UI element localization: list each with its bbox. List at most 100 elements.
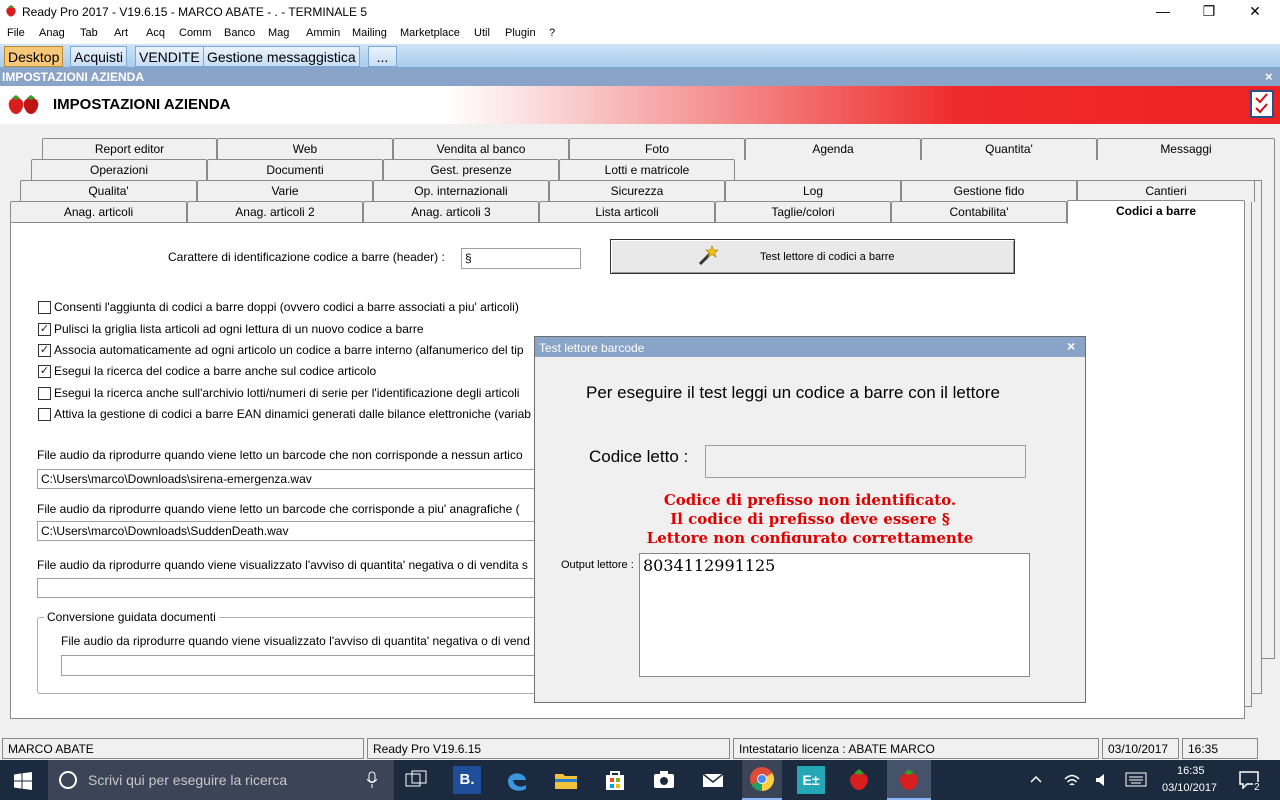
file-explorer-icon[interactable]	[552, 766, 580, 794]
minimize-button[interactable]: —	[1140, 0, 1186, 24]
tab-gest-presenze[interactable]: Gest. presenze	[383, 159, 559, 181]
tab-anag-articoli-2[interactable]: Anag. articoli 2	[187, 201, 363, 223]
mail-icon[interactable]	[699, 766, 727, 794]
dialog-title: Test lettore barcode	[539, 341, 645, 355]
tab-foto[interactable]: Foto	[569, 138, 745, 160]
menu-banco[interactable]: Banco	[224, 27, 255, 39]
taskbar-clock-time[interactable]: 16:35	[1177, 765, 1205, 777]
tab-documenti[interactable]: Documenti	[207, 159, 383, 181]
menu-tab[interactable]: Tab	[80, 27, 98, 39]
camera-icon[interactable]	[650, 766, 678, 794]
checkbox-auto-internal-barcode[interactable]: ✓	[38, 344, 51, 357]
menu-ammin[interactable]: Ammin	[306, 27, 340, 39]
tab-operazioni[interactable]: Operazioni	[31, 159, 207, 181]
audio-not-found-input[interactable]: C:\Users\marco\Downloads\sirena-emergenz…	[37, 469, 537, 489]
windows-start-icon[interactable]	[14, 772, 32, 790]
tab-op-internazionali[interactable]: Op. internazionali	[373, 180, 549, 202]
tab-lista-articoli[interactable]: Lista articoli	[539, 201, 715, 223]
doc-tab-more[interactable]: ...	[368, 46, 397, 67]
wifi-icon[interactable]	[1063, 771, 1081, 789]
tab-quantita[interactable]: Quantita'	[921, 138, 1097, 160]
menu-art[interactable]: Art	[114, 27, 128, 39]
menu-bar: File Anag Tab Art Acq Comm Banco Mag Amm…	[0, 24, 1280, 44]
test-barcode-reader-button[interactable]: Test lettore di codici a barre	[610, 239, 1015, 274]
tab-log[interactable]: Log	[725, 180, 901, 202]
checkbox-ean-dynamic[interactable]	[38, 408, 51, 421]
checkbox-label: Attiva la gestione di codici a barre EAN…	[54, 407, 531, 421]
menu-acq[interactable]: Acq	[146, 27, 165, 39]
app-b-icon[interactable]: B.	[453, 766, 481, 794]
tab-qualita[interactable]: Qualita'	[20, 180, 197, 202]
window-titlebar: Ready Pro 2017 - V19.6.15 - MARCO ABATE …	[0, 0, 1280, 24]
menu-anag[interactable]: Anag	[39, 27, 65, 39]
tab-codici-a-barre[interactable]: Codici a barre	[1067, 200, 1245, 224]
tab-messaggi[interactable]: Messaggi	[1097, 138, 1275, 160]
output-reader-textarea[interactable]: 8034112991125	[639, 553, 1030, 677]
tab-taglie-colori[interactable]: Taglie/colori	[715, 201, 891, 223]
tab-cantieri[interactable]: Cantieri	[1077, 180, 1255, 202]
tab-sicurezza[interactable]: Sicurezza	[549, 180, 725, 202]
ready-pro-taskbar-button[interactable]	[887, 760, 931, 800]
audio-not-found-label: File audio da riprodurre quando viene le…	[37, 448, 523, 462]
taskbar-clock-date[interactable]: 03/10/2017	[1162, 782, 1217, 794]
audio-conversion-input[interactable]	[61, 655, 541, 676]
doc-tab-messaggistica[interactable]: Gestione messaggistica	[203, 46, 360, 67]
tab-anag-articoli[interactable]: Anag. articoli	[10, 201, 187, 223]
close-button[interactable]: ✕	[1232, 0, 1278, 24]
chevron-up-icon[interactable]	[1030, 774, 1042, 784]
edge-browser-icon[interactable]	[503, 766, 531, 794]
checkbox-clear-grid[interactable]: ✓	[38, 323, 51, 336]
tab-lotti-matricole[interactable]: Lotti e matricole	[559, 159, 735, 181]
tab-anag-articoli-3[interactable]: Anag. articoli 3	[363, 201, 539, 223]
code-read-field	[705, 445, 1026, 478]
app-e-icon[interactable]: E±	[797, 766, 825, 794]
checkbox-search-article-code[interactable]: ✓	[38, 365, 51, 378]
taskbar-search-placeholder: Scrivi qui per eseguire la ricerca	[88, 772, 288, 788]
keyboard-icon[interactable]	[1125, 772, 1147, 787]
audio-negative-qty-label: File audio da riprodurre quando viene vi…	[37, 558, 528, 572]
menu-comm[interactable]: Comm	[179, 27, 211, 39]
error-line: Codice di prefisso non identificato.	[663, 491, 957, 509]
checkbox-search-lots[interactable]	[38, 387, 51, 400]
menu-help[interactable]: ?	[549, 27, 555, 39]
menu-file[interactable]: File	[7, 27, 25, 39]
page-header: IMPOSTAZIONI AZIENDA	[0, 86, 1280, 124]
store-icon[interactable]	[601, 766, 629, 794]
tab-report-editor[interactable]: Report editor	[42, 138, 217, 160]
maximize-button[interactable]: ❐	[1186, 0, 1232, 24]
notification-count-badge: 2	[1253, 782, 1261, 793]
tab-web[interactable]: Web	[217, 138, 393, 160]
checkbox-duplicate-barcodes[interactable]	[38, 301, 51, 314]
status-time: 16:35	[1182, 738, 1258, 759]
audio-negative-qty-input[interactable]	[37, 578, 537, 598]
doc-tab-desktop[interactable]: Desktop	[4, 46, 64, 67]
menu-util[interactable]: Util	[474, 27, 490, 39]
subwindow-titlebar: IMPOSTAZIONI AZIENDA ×	[0, 68, 1280, 86]
doc-tab-vendite[interactable]: VENDITE	[135, 46, 204, 67]
page-title: IMPOSTAZIONI AZIENDA	[53, 96, 231, 113]
tab-gestione-fido[interactable]: Gestione fido	[901, 180, 1077, 202]
header-char-input[interactable]: §	[461, 248, 581, 269]
task-view-icon[interactable]	[402, 766, 430, 794]
microphone-icon[interactable]	[366, 771, 378, 789]
volume-icon[interactable]	[1094, 771, 1112, 789]
cortana-icon	[59, 771, 77, 789]
dialog-close-button[interactable]: ×	[1067, 338, 1075, 354]
tab-varie[interactable]: Varie	[197, 180, 373, 202]
strawberry-app-icon[interactable]	[845, 766, 873, 794]
checklist-icon[interactable]	[1250, 90, 1274, 118]
chrome-taskbar-button[interactable]	[742, 760, 782, 800]
doc-tab-acquisti[interactable]: Acquisti	[70, 46, 128, 67]
menu-mailing[interactable]: Mailing	[352, 27, 387, 39]
taskbar-search-box[interactable]: Scrivi qui per eseguire la ricerca	[48, 760, 394, 800]
audio-multiple-input[interactable]: C:\Users\marco\Downloads\SuddenDeath.wav	[37, 521, 537, 541]
menu-plugin[interactable]: Plugin	[505, 27, 536, 39]
status-bar: MARCO ABATE Ready Pro V19.6.15 Intestata…	[0, 737, 1280, 760]
tab-contabilita[interactable]: Contabilita'	[891, 201, 1067, 223]
tab-vendita-banco[interactable]: Vendita al banco	[393, 138, 569, 160]
menu-marketplace[interactable]: Marketplace	[400, 27, 460, 39]
subwindow-close-button[interactable]: ×	[1265, 69, 1273, 84]
tab-agenda[interactable]: Agenda	[745, 138, 921, 160]
menu-mag[interactable]: Mag	[268, 27, 289, 39]
test-button-label: Test lettore di codici a barre	[760, 251, 895, 263]
